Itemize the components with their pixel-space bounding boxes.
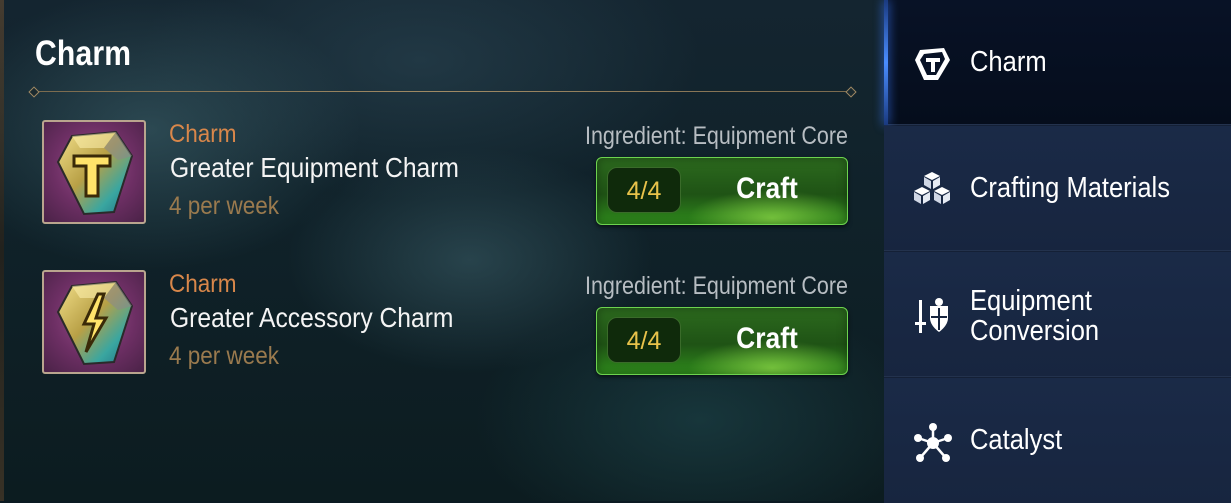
charm-gem-icon	[915, 48, 950, 80]
tab-charm[interactable]: Charm	[884, 0, 1231, 125]
craft-button-label: Craft	[736, 172, 798, 205]
divider-ornament	[845, 86, 857, 98]
ingredient-label: Ingredient: Equipment Core	[585, 122, 848, 150]
tab-label-line2: Conversion	[970, 315, 1100, 347]
tab-label: Charm	[970, 46, 1047, 78]
weekly-limit: 4 per week	[169, 342, 280, 370]
tab-label-line1: Equipment	[970, 285, 1093, 317]
molecule-icon	[914, 423, 952, 462]
weekly-limit: 4 per week	[169, 192, 280, 220]
craft-button[interactable]: 4/4 Craft	[596, 307, 848, 375]
craft-button[interactable]: 4/4 Craft	[596, 157, 848, 225]
tab-catalyst[interactable]: Catalyst	[884, 378, 1231, 503]
item-name: Greater Equipment Charm	[170, 152, 459, 183]
item-category: Charm	[169, 270, 237, 298]
tab-label: Crafting Materials	[970, 172, 1170, 204]
equipment-charm-icon[interactable]	[42, 120, 146, 224]
craft-list-item: Charm Greater Equipment Charm 4 per week…	[0, 120, 884, 230]
page-title: Charm	[35, 34, 132, 73]
tab-label: Catalyst	[970, 424, 1063, 456]
item-category: Charm	[169, 120, 237, 148]
cubes-icon	[914, 172, 950, 204]
item-name: Greater Accessory Charm	[170, 302, 454, 333]
main-panel: Charm Charm Greater Equipment Charm 4 pe…	[0, 0, 884, 501]
category-sidebar: Charm Crafting Materials Equipment Conve…	[884, 0, 1231, 503]
tab-crafting-materials[interactable]: Crafting Materials	[884, 126, 1231, 251]
craft-count-badge: 4/4	[607, 167, 681, 213]
sword-shield-icon	[915, 298, 948, 333]
ingredient-label: Ingredient: Equipment Core	[585, 272, 848, 300]
tab-equipment-conversion[interactable]: Equipment Conversion	[884, 252, 1231, 377]
panel-edge-ornament	[0, 0, 4, 501]
craft-count-badge: 4/4	[607, 317, 681, 363]
title-divider	[33, 91, 853, 92]
divider-ornament	[28, 86, 40, 98]
accessory-charm-icon[interactable]	[42, 270, 146, 374]
craft-button-label: Craft	[736, 322, 798, 355]
craft-list-item: Charm Greater Accessory Charm 4 per week…	[0, 270, 884, 380]
